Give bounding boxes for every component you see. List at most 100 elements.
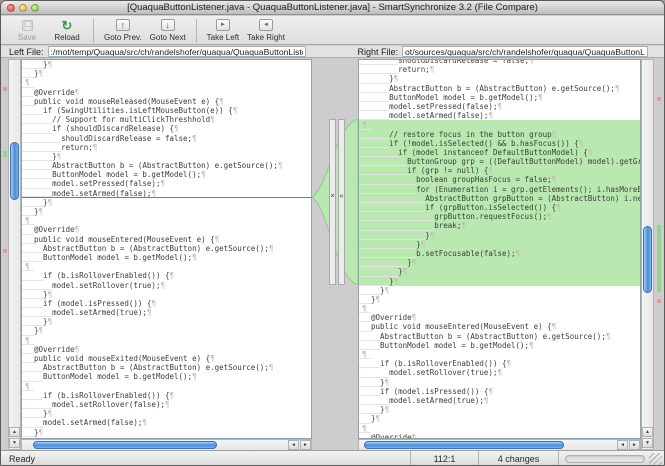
code-line: model.setArmed(true);¶ bbox=[359, 396, 640, 405]
reload-icon: ↻ bbox=[62, 18, 73, 32]
code-line: if (model.isPressed()) {¶ bbox=[359, 387, 640, 396]
overview-tick-red bbox=[657, 299, 661, 303]
code-line: ¶ bbox=[359, 350, 640, 359]
left-vscroll-thumb[interactable] bbox=[10, 142, 19, 200]
left-scroll-right-button[interactable]: ► bbox=[300, 440, 311, 450]
left-file-label: Left File: bbox=[9, 47, 44, 57]
code-line: model.setPressed(false);¶ bbox=[359, 102, 640, 111]
take-right-button[interactable]: ◄ Take Right bbox=[243, 18, 289, 42]
code-line: if (grp != null) {¶ bbox=[359, 166, 640, 175]
overview-tick-red bbox=[3, 87, 7, 91]
goto-next-button[interactable]: ↓ Goto Next bbox=[146, 18, 190, 42]
left-vertical-scrollbar[interactable]: ▲ ▼ bbox=[8, 59, 21, 450]
status-bar: Ready 112:1 4 changes bbox=[1, 450, 664, 466]
caret-position: 112:1 bbox=[410, 451, 478, 466]
code-line: }¶ bbox=[22, 152, 311, 161]
overview-tick-green bbox=[657, 225, 661, 292]
code-line: ¶ bbox=[22, 216, 311, 225]
code-line: // Support for multiClickThreshhold¶ bbox=[22, 115, 311, 124]
right-scroll-up-button[interactable]: ▲ bbox=[642, 427, 653, 437]
code-line: model.setPressed(false);¶ bbox=[22, 179, 311, 188]
goto-prev-button[interactable]: ↑ Goto Prev. bbox=[100, 18, 146, 42]
left-code-pane[interactable]: }¶ }¶¶ @Override¶ public void mouseRelea… bbox=[21, 59, 312, 439]
code-line: }¶ bbox=[359, 231, 640, 240]
code-line: if (SwingUtilities.isLeftMouseButton(e))… bbox=[22, 106, 311, 115]
code-line: }¶ bbox=[22, 207, 311, 216]
change-strip-right: « bbox=[338, 119, 345, 285]
overview-tick-red bbox=[3, 249, 7, 253]
remove-change-button[interactable]: × bbox=[330, 190, 335, 202]
toolbar-separator bbox=[93, 19, 94, 43]
code-line: public void mouseEntered(MouseEvent e) {… bbox=[359, 322, 640, 331]
code-line: }¶ bbox=[22, 326, 311, 335]
code-line: }¶ bbox=[22, 290, 311, 299]
minimize-button[interactable] bbox=[19, 4, 27, 12]
code-line: AbstractButton b = (AbstractButton) e.ge… bbox=[22, 161, 311, 170]
code-line: boolean groupHasFocus = false;¶ bbox=[359, 175, 640, 184]
code-line: }¶ bbox=[359, 74, 640, 83]
left-scroll-up-button[interactable]: ▲ bbox=[9, 427, 20, 437]
code-line: }¶ bbox=[359, 295, 640, 304]
code-line: }¶ bbox=[359, 267, 640, 276]
code-line: }¶ bbox=[359, 240, 640, 249]
overview-tick-green bbox=[3, 151, 7, 157]
right-scroll-down-button[interactable]: ▼ bbox=[642, 438, 653, 448]
zoom-button[interactable] bbox=[31, 4, 39, 12]
code-line: model.setRollover(true);¶ bbox=[22, 281, 311, 290]
code-line: @Override¶ bbox=[22, 225, 311, 234]
copy-right-to-left-button[interactable]: « bbox=[339, 190, 344, 202]
overview-tick-red bbox=[657, 97, 661, 101]
right-code-lines: shouldDiscardRelease = false;¶ return;¶ … bbox=[359, 59, 640, 439]
save-button[interactable]: Save bbox=[7, 18, 47, 42]
left-scroll-down-button[interactable]: ▼ bbox=[9, 438, 20, 448]
code-line: public void mouseReleased(MouseEvent e) … bbox=[22, 97, 311, 106]
right-file-path-field[interactable] bbox=[402, 46, 648, 57]
code-line: if (!model.isSelected() && b.hasFocus())… bbox=[359, 139, 640, 148]
right-scroll-right-button[interactable]: ► bbox=[629, 440, 640, 450]
take-right-icon: ◄ bbox=[259, 18, 273, 32]
code-line: model.setArmed(false);¶ bbox=[22, 189, 311, 198]
reload-button[interactable]: ↻ Reload bbox=[47, 18, 87, 42]
left-hscroll-thumb[interactable] bbox=[33, 441, 217, 449]
code-line: // restore focus in the button group¶ bbox=[359, 130, 640, 139]
code-line: AbstractButton b = (AbstractButton) e.ge… bbox=[22, 363, 311, 372]
code-line: model.setRollover(true);¶ bbox=[359, 368, 640, 377]
left-file-path-field[interactable] bbox=[48, 46, 306, 57]
code-line: }¶ bbox=[359, 258, 640, 267]
code-line: }¶ bbox=[359, 414, 640, 423]
code-line: return;¶ bbox=[359, 65, 640, 74]
code-line: if (shouldDiscardRelease) {¶ bbox=[22, 124, 311, 133]
code-line: model.setArmed(true);¶ bbox=[22, 308, 311, 317]
toolbar-separator bbox=[196, 19, 197, 43]
toolbar: Save ↻ Reload ↑ Goto Prev. ↓ Goto Next ►… bbox=[1, 16, 664, 45]
code-line: model.setArmed(false);¶ bbox=[359, 111, 640, 120]
left-code-lines: }¶ }¶¶ @Override¶ public void mouseRelea… bbox=[22, 60, 311, 437]
right-scroll-left-button[interactable]: ◄ bbox=[617, 440, 628, 450]
window-controls bbox=[7, 4, 39, 12]
code-line: model.setRollover(false);¶ bbox=[22, 400, 311, 409]
right-code-pane[interactable]: shouldDiscardRelease = false;¶ return;¶ … bbox=[358, 59, 641, 439]
code-line: ButtonModel model = b.getModel();¶ bbox=[359, 93, 640, 102]
right-vscroll-thumb[interactable] bbox=[643, 226, 652, 293]
close-button[interactable] bbox=[7, 4, 15, 12]
code-line: AbstractButton grpButton = (AbstractButt… bbox=[359, 194, 640, 203]
code-line: }¶ bbox=[359, 277, 640, 286]
right-vertical-scrollbar[interactable]: ▲ ▼ bbox=[641, 59, 654, 450]
code-line: AbstractButton b = (AbstractButton) e.ge… bbox=[22, 244, 311, 253]
code-line: @Override¶ bbox=[22, 88, 311, 97]
code-line: }¶ bbox=[359, 286, 640, 295]
progress-indicator bbox=[565, 455, 645, 463]
right-hscroll-thumb[interactable] bbox=[364, 441, 564, 449]
resize-grip[interactable] bbox=[649, 453, 662, 466]
file-path-bar: Left File: Right File: bbox=[1, 46, 664, 58]
take-left-button[interactable]: ► Take Left bbox=[203, 18, 243, 42]
code-line: break;¶ bbox=[359, 221, 640, 230]
code-line: b.setFocusable(false);¶ bbox=[359, 249, 640, 258]
left-scroll-left-button[interactable]: ◄ bbox=[288, 440, 299, 450]
code-line: model.setArmed(false);¶ bbox=[22, 418, 311, 427]
code-line: grpButton.requestFocus();¶ bbox=[359, 212, 640, 221]
app-window: [QuaquaButtonListener.java - QuaquaButto… bbox=[0, 0, 665, 466]
code-line: AbstractButton b = (AbstractButton) e.ge… bbox=[359, 332, 640, 341]
code-line: if (grpButton.isSelected()) {¶ bbox=[359, 203, 640, 212]
code-line: }¶ bbox=[359, 405, 640, 414]
